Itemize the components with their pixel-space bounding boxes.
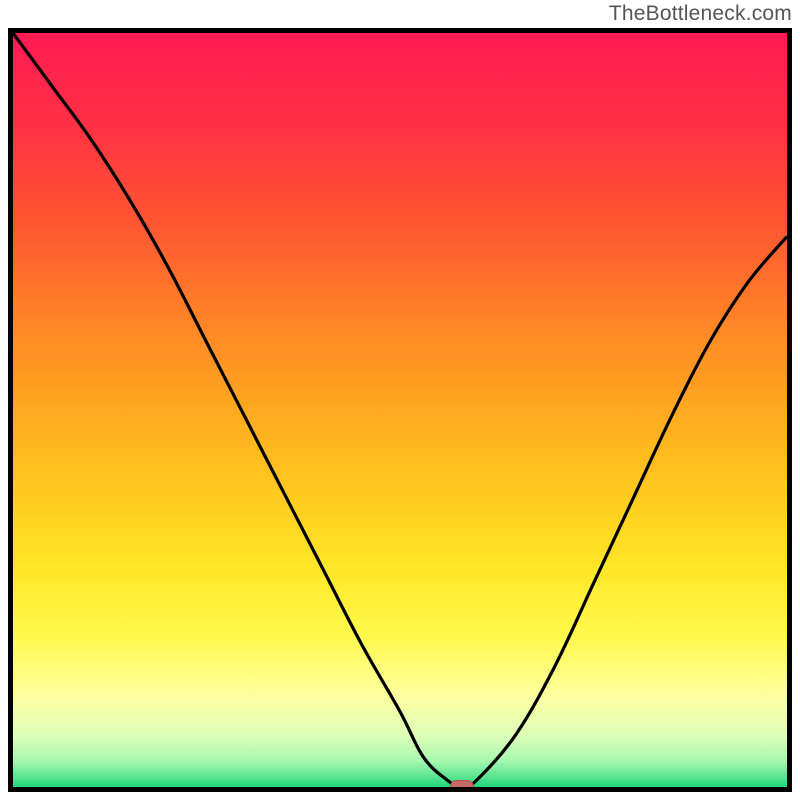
watermark-text: TheBottleneck.com: [609, 2, 792, 26]
optimal-point-marker: [450, 780, 474, 792]
plot-frame: [8, 28, 792, 792]
chart-container: TheBottleneck.com: [0, 0, 800, 800]
plot-background: [13, 33, 787, 787]
plot-svg: [13, 33, 787, 787]
